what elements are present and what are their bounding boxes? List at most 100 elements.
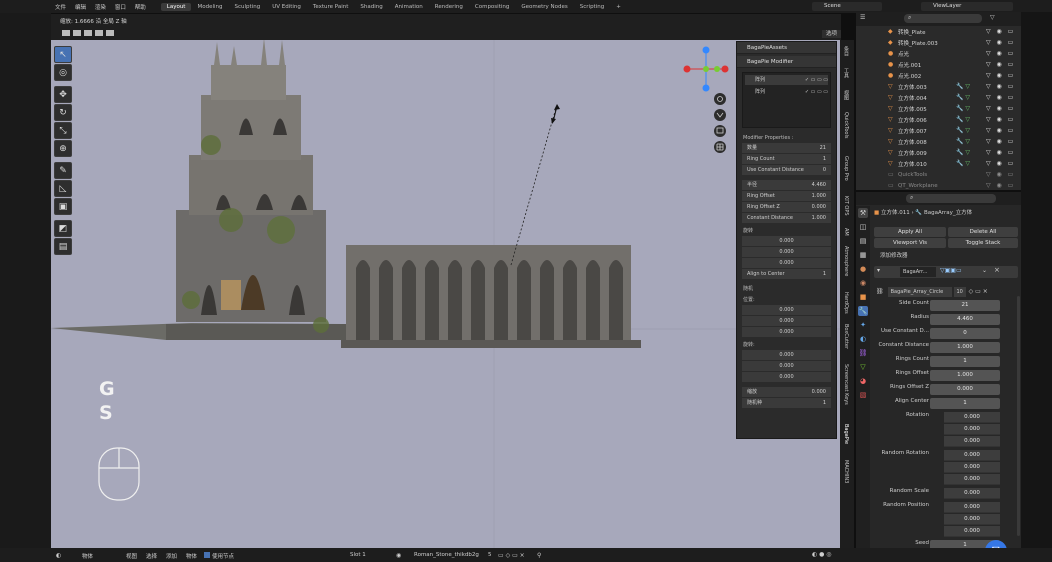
- delete-all-button[interactable]: Delete All: [948, 227, 1018, 237]
- tab-uv-editing[interactable]: UV Editing: [266, 3, 307, 11]
- ring-count-field[interactable]: Ring Count 1: [742, 154, 831, 164]
- scene-selector[interactable]: Scene: [812, 2, 882, 11]
- add-cube-tool-icon[interactable]: ▣: [54, 198, 72, 215]
- menu-file[interactable]: 文件: [55, 5, 66, 11]
- menu-render[interactable]: 渲染: [95, 5, 106, 11]
- list-item-toggle-icons[interactable]: ✓ ▭ ▭ ▭: [805, 75, 828, 85]
- outliner-row[interactable]: ▽ 立方体.006 🔧 ▽ ▽ ◉ ▭: [856, 114, 1021, 125]
- visibility-toggle-icons[interactable]: ▽ ◉ ▭: [986, 171, 1015, 178]
- tab-shading[interactable]: Shading: [354, 3, 388, 11]
- random-location-x-field[interactable]: 0.000: [742, 305, 831, 315]
- outliner-row[interactable]: ▽ 立方体.008 🔧 ▽ ▽ ◉ ▭: [856, 136, 1021, 147]
- 3d-viewport[interactable]: [51, 40, 841, 548]
- prop-vector-field[interactable]: 0.000: [944, 412, 1000, 423]
- radius-field[interactable]: 半径 4.460: [742, 180, 831, 190]
- list-item[interactable]: 阵列 ✓ ▭ ▭ ▭: [745, 87, 828, 97]
- tab-item[interactable]: 条目: [843, 46, 850, 56]
- modifier-name-input[interactable]: BagaArr...: [900, 267, 936, 277]
- random-rotation-y-field[interactable]: 0.000: [742, 361, 831, 371]
- select-subtract-icon[interactable]: [84, 30, 92, 36]
- select-intersect-icon[interactable]: [106, 30, 114, 36]
- texture-props-icon[interactable]: ▧: [858, 390, 868, 400]
- scene-props-icon[interactable]: ●: [858, 264, 868, 274]
- visibility-toggle-icons[interactable]: ▽ ◉ ▭: [986, 50, 1015, 57]
- random-location-y-field[interactable]: 0.000: [742, 316, 831, 326]
- expand-chevron-icon[interactable]: ▾: [877, 267, 880, 274]
- apply-all-button[interactable]: Apply All: [874, 227, 946, 237]
- annotate-tool-icon[interactable]: ✎: [54, 162, 72, 179]
- visibility-toggle-icons[interactable]: ▽ ◉ ▭: [986, 61, 1015, 68]
- prop-vector-field[interactable]: 0.000: [944, 502, 1000, 513]
- prop-vector-field[interactable]: 0.000: [944, 462, 1000, 473]
- pin-icon[interactable]: ⚲: [537, 552, 541, 559]
- extra-tool-2-icon[interactable]: ▤: [54, 238, 72, 255]
- tab-kit-ops[interactable]: KIT OPS: [843, 196, 849, 216]
- rotation-x-field[interactable]: 0.000: [742, 236, 831, 246]
- prop-field[interactable]: 1.000: [930, 342, 1000, 353]
- add-modifier-menu[interactable]: 添加修改器: [880, 251, 908, 262]
- filter-icon[interactable]: ▽: [990, 14, 995, 21]
- close-icon[interactable]: ×: [994, 266, 1000, 274]
- tab-machin3[interactable]: MACHIN3: [843, 460, 849, 483]
- ring-offset-field[interactable]: Ring Offset 1.000: [742, 191, 831, 201]
- select-new-icon[interactable]: [62, 30, 70, 36]
- rotation-y-field[interactable]: 0.000: [742, 247, 831, 257]
- prop-field[interactable]: 0: [930, 328, 1000, 339]
- visibility-toggle-icons[interactable]: ▽ ◉ ▭: [986, 149, 1015, 156]
- visibility-toggle-icons[interactable]: ▽ ◉ ▭: [986, 28, 1015, 35]
- outliner-row[interactable]: ● 点光 ▽ ◉ ▭: [856, 48, 1021, 59]
- material-name[interactable]: Roman_Stone_thikdb2g: [414, 552, 479, 558]
- bagapie-assets-header[interactable]: BagaPieAssets: [737, 42, 836, 54]
- prop-field[interactable]: 1.000: [930, 370, 1000, 381]
- data-props-icon[interactable]: ▽: [858, 362, 868, 372]
- outliner-row[interactable]: ▽ 立方体.009 🔧 ▽ ▽ ◉ ▭: [856, 147, 1021, 158]
- tab-bagapie[interactable]: BagaPie: [843, 424, 849, 444]
- tab-compositing[interactable]: Compositing: [469, 3, 515, 11]
- view-layer-props-icon[interactable]: ▦: [858, 250, 868, 260]
- visibility-toggle-icons[interactable]: ▽ ◉ ▭: [986, 116, 1015, 123]
- prop-vector-field[interactable]: 0.000: [944, 514, 1000, 525]
- prop-field[interactable]: 4.460: [930, 314, 1000, 325]
- render-props-icon[interactable]: ◫: [858, 222, 868, 232]
- tab-animation[interactable]: Animation: [389, 3, 429, 11]
- select-box-tool-icon[interactable]: ↖: [54, 46, 72, 63]
- view-layer-selector[interactable]: ViewLayer: [921, 2, 1013, 11]
- outliner-row[interactable]: ▽ 立方体.004 🔧 ▽ ▽ ◉ ▭: [856, 92, 1021, 103]
- random-rotation-x-field[interactable]: 0.000: [742, 350, 831, 360]
- particles-props-icon[interactable]: ✦: [858, 320, 868, 330]
- measure-tool-icon[interactable]: ◺: [54, 180, 72, 197]
- editor-type-icon[interactable]: ☰: [860, 14, 865, 21]
- tab-texture-paint[interactable]: Texture Paint: [307, 3, 355, 11]
- tab-group-pro[interactable]: Group Pro: [843, 156, 849, 181]
- menu-add[interactable]: 添加: [166, 552, 177, 560]
- visibility-toggle-icons[interactable]: ▽ ◉ ▭: [986, 83, 1015, 90]
- prop-vector-field[interactable]: 0.000: [944, 436, 1000, 447]
- constraints-props-icon[interactable]: ⛓: [858, 348, 868, 358]
- visibility-toggle-icons[interactable]: ▽ ◉ ▭: [986, 182, 1015, 189]
- shield-icon[interactable]: ◇ ▭ ×: [969, 288, 988, 295]
- random-rotation-z-field[interactable]: 0.000: [742, 372, 831, 382]
- prop-field[interactable]: 0.000: [944, 488, 1000, 499]
- prop-field[interactable]: 1: [930, 356, 1000, 367]
- select-invert-icon[interactable]: [95, 30, 103, 36]
- modifier-list[interactable]: 阵列 ✓ ▭ ▭ ▭ 阵列 ✓ ▭ ▭ ▭: [742, 72, 831, 128]
- world-props-icon[interactable]: ◉: [858, 278, 868, 288]
- node-group-users[interactable]: 10: [953, 286, 966, 297]
- tab-am[interactable]: AM: [843, 228, 849, 236]
- options-menu[interactable]: 选项: [822, 30, 842, 38]
- visibility-toggle-icons[interactable]: ▽ ◉ ▭: [986, 160, 1015, 167]
- tool-props-icon[interactable]: ⚒: [858, 208, 868, 218]
- material-action-icons[interactable]: ▭ ◇ ▭ ×: [498, 552, 525, 559]
- menu-object[interactable]: 物体: [186, 552, 197, 560]
- list-item[interactable]: 阵列 ✓ ▭ ▭ ▭: [745, 75, 828, 85]
- mode-selector[interactable]: 物体: [82, 552, 93, 560]
- tab-view[interactable]: 视图: [843, 90, 850, 100]
- cursor-tool-icon[interactable]: ◎: [54, 64, 72, 81]
- menu-edit[interactable]: 编辑: [75, 5, 86, 11]
- tab-boxcutter[interactable]: BoxCutter: [843, 324, 849, 349]
- scale-tool-icon[interactable]: ⤡: [54, 122, 72, 139]
- constant-distance-field[interactable]: Constant Distance 1.000: [742, 213, 831, 223]
- navigation-gizmo[interactable]: [683, 46, 729, 92]
- tab-atmosphere[interactable]: Atmosphere: [843, 246, 849, 276]
- random-location-z-field[interactable]: 0.000: [742, 327, 831, 337]
